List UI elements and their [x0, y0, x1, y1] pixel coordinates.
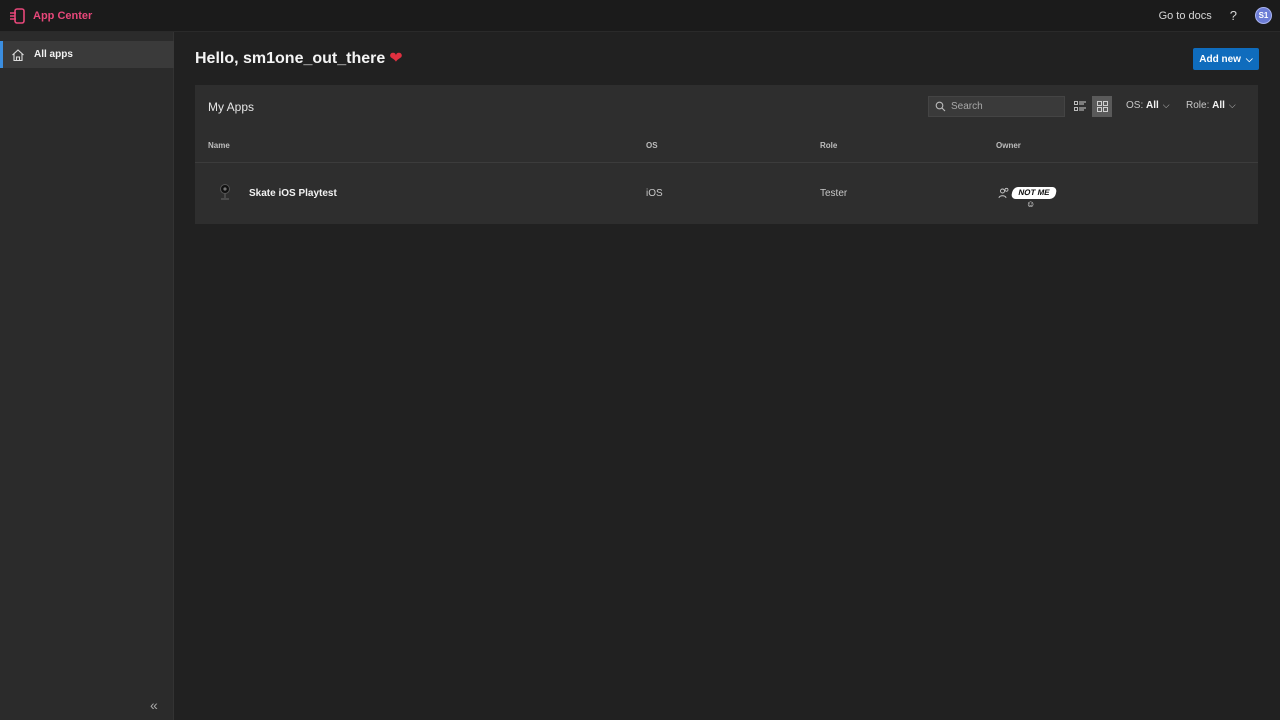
grid-view-button[interactable] [1092, 96, 1112, 117]
os-filter-label: OS: [1126, 100, 1144, 111]
column-header-role[interactable]: Role [820, 141, 837, 150]
list-view-button[interactable] [1070, 96, 1090, 117]
top-bar: App Center Go to docs ? S1 [0, 0, 1280, 32]
chevron-down-icon: ⌵ [1245, 53, 1253, 64]
smiley-icon: ☺ [1026, 199, 1036, 209]
app-center-logo-icon [10, 7, 25, 24]
list-view-icon [1074, 101, 1086, 111]
search-icon [935, 101, 946, 112]
add-new-button[interactable]: Add new ⌵ [1193, 48, 1259, 70]
column-header-os[interactable]: OS [646, 141, 658, 150]
app-role: Tester [820, 188, 848, 199]
brand[interactable]: App Center [8, 7, 92, 25]
app-name[interactable]: Skate iOS Playtest [249, 188, 337, 199]
role-filter-label: Role: [1186, 100, 1210, 111]
avatar[interactable]: S1 [1255, 7, 1272, 24]
my-apps-title: My Apps [208, 100, 255, 114]
column-header-owner[interactable]: Owner [996, 141, 1021, 150]
owner-badge: NOT ME ☺ [1010, 183, 1058, 213]
page-title: Hello, sm1one_out_there ❤ [195, 48, 403, 68]
os-filter[interactable]: OS: All ⌵ [1126, 100, 1170, 111]
my-apps-panel: My Apps OS: All⌵ Role: All⌵ Name OS Role… [195, 85, 1258, 224]
app-center-title: App Center [33, 9, 93, 22]
column-header-name[interactable]: Name [208, 141, 230, 150]
help-icon[interactable]: ? [1230, 8, 1237, 23]
role-filter[interactable]: Role: All ⌵ [1186, 100, 1236, 111]
role-filter-value: All [1212, 100, 1225, 111]
app-icon [220, 184, 230, 200]
collapse-sidebar-icon[interactable]: « [150, 698, 164, 712]
add-new-label: Add new [1199, 53, 1241, 65]
sidebar-item-all-apps[interactable]: All apps [0, 41, 174, 68]
search-box[interactable] [928, 96, 1065, 117]
heart-icon: ❤ [389, 50, 403, 67]
go-to-docs-link[interactable]: Go to docs [1159, 10, 1212, 22]
chevron-down-icon: ⌵ [1162, 100, 1170, 110]
chevron-down-icon: ⌵ [1228, 100, 1236, 110]
people-icon [998, 187, 1009, 199]
grid-view-icon [1096, 101, 1108, 112]
search-input[interactable] [951, 101, 1061, 112]
app-os: iOS [646, 188, 663, 199]
sidebar-item-label: All apps [34, 49, 73, 60]
table-row[interactable]: Skate iOS Playtest iOS Tester NOT ME ☺ [195, 163, 1258, 224]
owner-name: NOT ME [1010, 187, 1058, 199]
sidebar: All apps « [0, 32, 174, 720]
greeting-text: Hello, sm1one_out_there [195, 50, 386, 67]
os-filter-value: All [1146, 100, 1159, 111]
home-icon [12, 48, 24, 61]
